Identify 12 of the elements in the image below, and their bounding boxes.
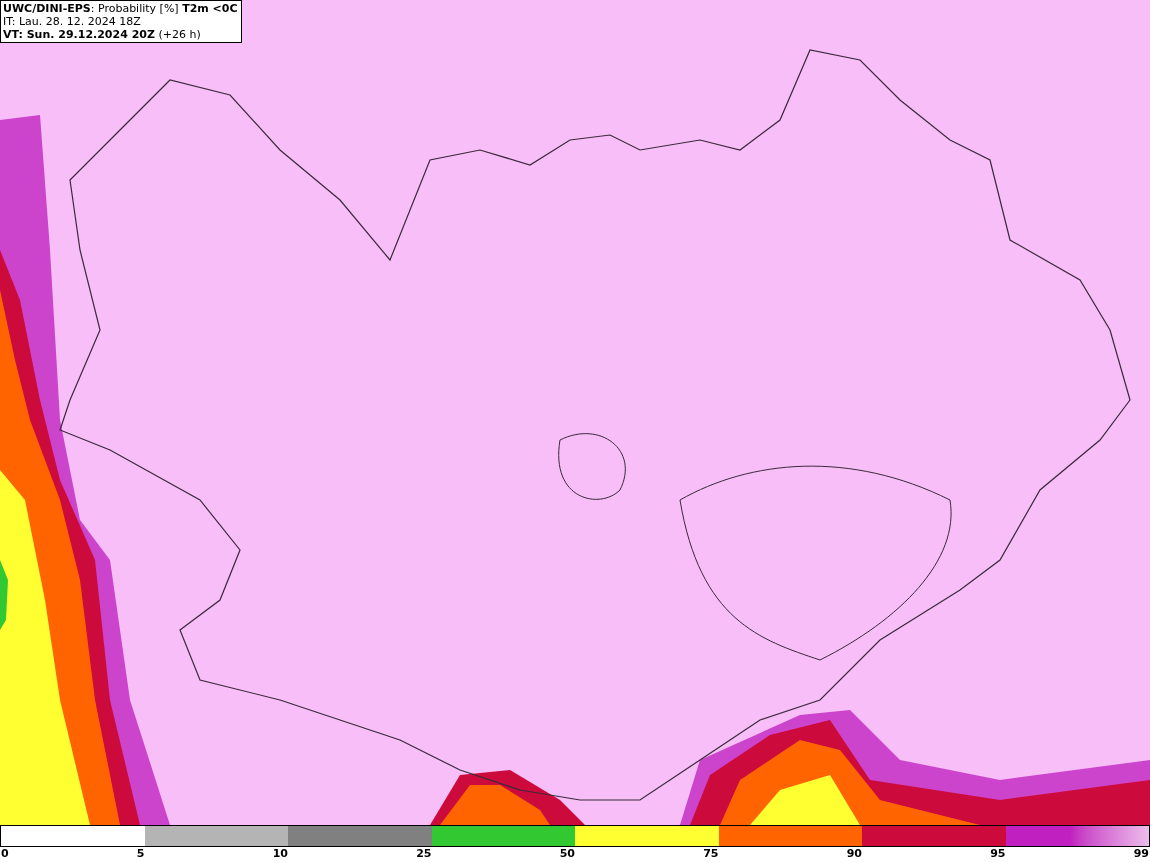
chart-title: UWC/DINI-EPS: Probability [%] T2m <0C <box>3 2 238 15</box>
scale-label: 75 <box>703 847 719 862</box>
scale-label: 90 <box>846 847 862 862</box>
scale-label: 10 <box>272 847 288 862</box>
scale-label: 25 <box>416 847 432 862</box>
valid-time: VT: Sun. 29.12.2024 20Z (+26 h) <box>3 28 202 41</box>
scale-label: 5 <box>136 847 145 862</box>
init-time: IT: Lau. 28. 12. 2024 18Z <box>3 15 142 28</box>
scale-label: 50 <box>559 847 575 862</box>
scale-label: 99 <box>1133 847 1149 862</box>
scale-label: 0 <box>1 847 9 862</box>
scale-label: 95 <box>990 847 1006 862</box>
